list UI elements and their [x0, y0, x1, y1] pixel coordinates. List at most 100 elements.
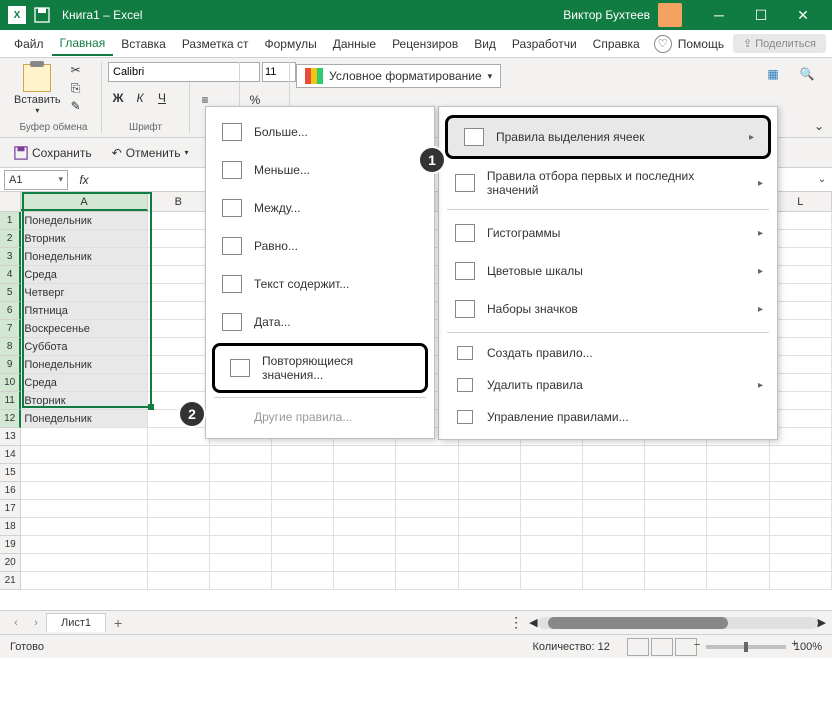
cell[interactable]	[707, 464, 769, 482]
highlight-menu-item[interactable]: Дата...	[206, 303, 434, 341]
save-button[interactable]: Сохранить	[8, 143, 98, 163]
underline-button[interactable]: Ч	[152, 88, 172, 108]
cell[interactable]	[396, 572, 458, 590]
cell[interactable]	[21, 482, 147, 500]
horizontal-scrollbar[interactable]	[538, 617, 818, 629]
cell[interactable]	[148, 266, 210, 284]
cell[interactable]	[272, 554, 334, 572]
cell[interactable]	[272, 536, 334, 554]
cell[interactable]	[334, 446, 396, 464]
cell[interactable]	[707, 572, 769, 590]
cell[interactable]	[645, 554, 707, 572]
menu-справка[interactable]: Справка	[585, 33, 648, 55]
menu-рецензиров[interactable]: Рецензиров	[384, 33, 466, 55]
col-header-A[interactable]: A	[21, 192, 147, 211]
cell[interactable]	[521, 446, 583, 464]
row-header[interactable]: 15	[0, 464, 21, 482]
highlight-menu-item[interactable]: Меньше...	[206, 151, 434, 189]
cell[interactable]	[148, 374, 210, 392]
cell[interactable]: Вторник	[21, 392, 147, 410]
highlight-menu-item[interactable]: Между...	[206, 189, 434, 227]
format-painter-icon[interactable]: ✎	[67, 98, 85, 114]
cell[interactable]	[148, 518, 210, 536]
cell[interactable]	[272, 464, 334, 482]
cell[interactable]	[583, 554, 645, 572]
cell[interactable]	[148, 536, 210, 554]
cell[interactable]	[770, 266, 832, 284]
cell[interactable]: Четверг	[21, 284, 147, 302]
cell[interactable]	[396, 500, 458, 518]
cell[interactable]	[21, 446, 147, 464]
zoom-level[interactable]: 100%	[794, 641, 822, 653]
cell[interactable]	[334, 572, 396, 590]
row-header[interactable]: 5	[0, 284, 21, 302]
cell[interactable]	[645, 500, 707, 518]
cell[interactable]	[334, 500, 396, 518]
cell[interactable]	[521, 482, 583, 500]
cell[interactable]	[459, 482, 521, 500]
cell[interactable]	[583, 482, 645, 500]
menu-вставка[interactable]: Вставка	[113, 33, 174, 55]
save-qat-icon[interactable]	[34, 7, 50, 23]
cell[interactable]	[272, 446, 334, 464]
row-header[interactable]: 6	[0, 302, 21, 320]
page-layout-view-button[interactable]	[651, 638, 673, 656]
italic-button[interactable]: К	[130, 88, 150, 108]
cell[interactable]	[521, 554, 583, 572]
cell[interactable]	[334, 464, 396, 482]
cell[interactable]	[521, 518, 583, 536]
row-header[interactable]: 1	[0, 212, 21, 230]
cell[interactable]: Воскресенье	[21, 320, 147, 338]
row-header[interactable]: 9	[0, 356, 21, 374]
bold-button[interactable]: Ж	[108, 88, 128, 108]
cell[interactable]	[148, 482, 210, 500]
fx-button[interactable]: fx	[72, 173, 96, 187]
cell[interactable]: Понедельник	[21, 248, 147, 266]
menu-формулы[interactable]: Формулы	[257, 33, 325, 55]
cell[interactable]	[210, 572, 272, 590]
cell[interactable]	[148, 248, 210, 266]
menu-данные[interactable]: Данные	[325, 33, 384, 55]
lightbulb-icon[interactable]: ♡	[654, 35, 672, 53]
cell[interactable]	[148, 302, 210, 320]
scroll-right-icon[interactable]: ▶	[818, 616, 826, 629]
cell[interactable]	[148, 338, 210, 356]
cell[interactable]	[396, 446, 458, 464]
cell[interactable]	[210, 446, 272, 464]
close-button[interactable]: ✕	[782, 1, 824, 29]
cell[interactable]	[459, 536, 521, 554]
cell[interactable]	[583, 464, 645, 482]
scroll-left-icon[interactable]: ◀	[529, 616, 537, 629]
cell[interactable]	[645, 572, 707, 590]
menu-разработчи[interactable]: Разработчи	[504, 33, 585, 55]
cell[interactable]	[148, 446, 210, 464]
cell[interactable]	[148, 284, 210, 302]
undo-button[interactable]: ↶ Отменить ▾	[106, 143, 195, 163]
row-header[interactable]: 4	[0, 266, 21, 284]
paste-button[interactable]: Вставить ▾	[12, 62, 63, 117]
cell[interactable]	[770, 302, 832, 320]
cell[interactable]	[645, 536, 707, 554]
cell[interactable]	[148, 572, 210, 590]
cell[interactable]	[645, 464, 707, 482]
cell[interactable]	[396, 482, 458, 500]
cell[interactable]	[583, 518, 645, 536]
cell[interactable]	[583, 536, 645, 554]
cell[interactable]: Понедельник	[21, 212, 147, 230]
cell[interactable]	[210, 554, 272, 572]
cell[interactable]	[148, 212, 210, 230]
cell[interactable]	[707, 554, 769, 572]
cell[interactable]	[210, 464, 272, 482]
row-header[interactable]: 18	[0, 518, 21, 536]
cell[interactable]	[272, 500, 334, 518]
minimize-button[interactable]: ─	[698, 1, 740, 29]
cell[interactable]	[272, 482, 334, 500]
cell[interactable]	[459, 518, 521, 536]
find-icon[interactable]: 🔍	[798, 66, 816, 82]
cell[interactable]	[770, 518, 832, 536]
cell[interactable]	[770, 572, 832, 590]
name-box[interactable]: A1▾	[4, 170, 68, 190]
highlight-menu-item[interactable]: Больше...	[206, 113, 434, 151]
cell[interactable]	[396, 536, 458, 554]
cell[interactable]: Суббота	[21, 338, 147, 356]
